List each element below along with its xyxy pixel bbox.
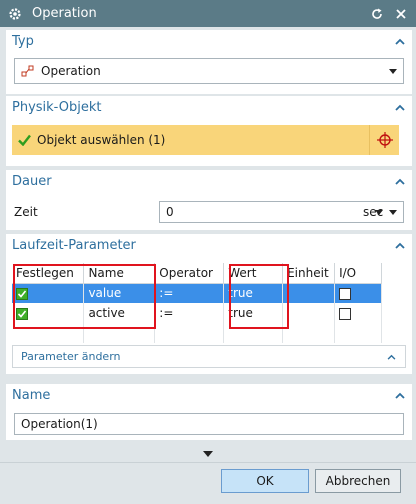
name-header-label: Name [12,387,51,403]
gear-icon [8,7,22,21]
chevron-down-icon [389,69,397,74]
col-io[interactable]: I/O [334,263,382,284]
annotation-box-wert [229,264,289,329]
laufzeit-parameter-section: Laufzeit-Parameter Festlegen Name Operat… [6,234,412,374]
laufzeit-header-label: Laufzeit-Parameter [12,237,136,253]
dauer-section: Dauer Zeit 0 sec [6,170,412,230]
chevron-down-icon[interactable] [389,210,397,215]
physik-header[interactable]: Physik-Objekt [6,96,412,118]
name-header[interactable]: Name [6,384,412,406]
col-einheit[interactable]: Einheit [282,263,336,284]
checkmark-icon [18,134,31,146]
parameter-aendern-header[interactable]: Parameter ändern [12,345,406,368]
window-title: Operation [32,6,97,21]
io-cell[interactable] [334,303,382,323]
io-checkbox[interactable] [339,307,352,320]
collapse-icon[interactable] [385,352,397,362]
parameter-aendern-label: Parameter ändern [21,350,121,363]
laufzeit-header[interactable]: Laufzeit-Parameter [6,234,412,256]
collapse-icon[interactable] [394,390,406,400]
name-section: Name Operation(1) [6,384,412,440]
einheit-cell [282,303,336,323]
name-input[interactable]: Operation(1) [14,413,404,435]
physik-objekt-section: Physik-Objekt Objekt auswählen (1) [6,96,412,166]
zeit-input-group: 0 sec [159,201,404,223]
physik-header-label: Physik-Objekt [12,99,102,115]
typ-header-label: Typ [12,33,34,49]
chevron-down-icon [375,210,383,215]
typ-header[interactable]: Typ [6,30,412,52]
ok-button[interactable]: OK [221,469,309,493]
divider [0,462,416,463]
operator-cell: := [154,283,225,303]
cancel-button[interactable]: Abbrechen [315,469,401,493]
operator-cell: := [154,303,225,323]
reset-icon[interactable] [368,5,386,23]
collapse-icon[interactable] [394,36,406,46]
dauer-header[interactable]: Dauer [6,170,412,192]
annotation-box-festlegen-name [13,264,156,329]
zeit-label: Zeit [14,205,38,219]
collapse-icon[interactable] [394,240,406,250]
name-input-value: Operation(1) [21,417,98,431]
close-icon[interactable] [392,5,410,23]
io-cell[interactable] [334,283,382,303]
title-bar: Operation [0,0,416,27]
zeit-input[interactable]: 0 [166,205,339,219]
io-checkbox[interactable] [339,287,352,300]
typ-dropdown[interactable]: Operation [14,58,404,84]
dialog-footer: OK Abbrechen [0,442,416,504]
collapse-icon[interactable] [394,102,406,112]
crosshair-select-button[interactable] [369,125,399,155]
typ-section: Typ Operation [6,30,412,94]
select-object-label: Objekt auswählen (1) [37,133,166,147]
einheit-cell [282,283,336,303]
crosshair-icon [376,131,394,149]
more-options-icon[interactable] [203,451,213,457]
col-operator[interactable]: Operator [154,263,225,284]
dauer-header-label: Dauer [12,173,52,189]
collapse-icon[interactable] [394,176,406,186]
operation-type-icon [21,64,35,78]
select-object-field[interactable]: Objekt auswählen (1) [12,125,369,155]
typ-selected-value: Operation [41,64,101,78]
